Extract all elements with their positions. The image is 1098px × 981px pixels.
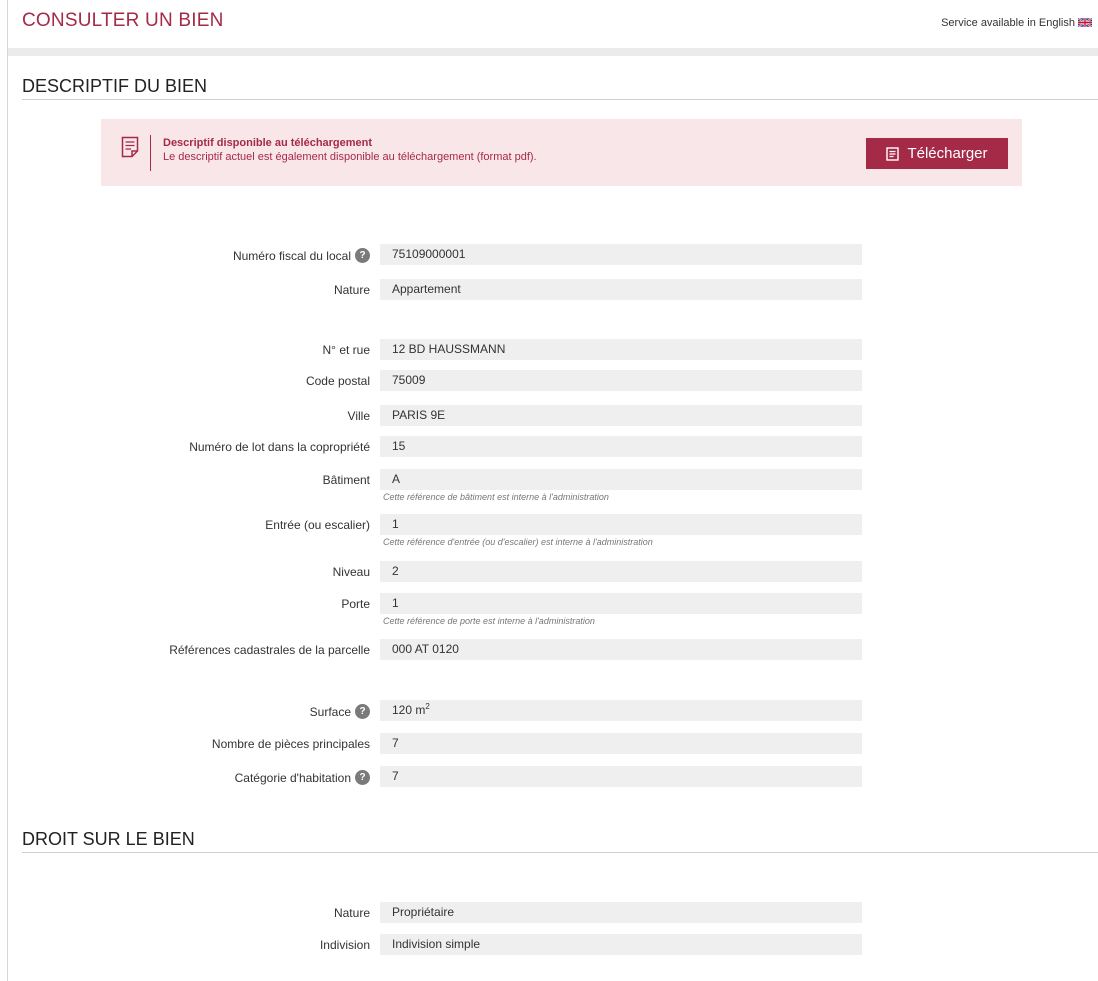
field-value: 000 AT 0120: [380, 639, 862, 660]
field-value: 75109000001: [380, 244, 862, 265]
field-value: 120 m2: [380, 700, 862, 721]
help-icon[interactable]: ?: [355, 704, 370, 719]
field-porte: Porte 1 Cette référence de porte est int…: [0, 593, 1098, 626]
field-surface: Surface? 120 m2: [0, 700, 1098, 722]
field-label: Numéro de lot dans la copropriété: [189, 440, 370, 454]
field-value: 1: [380, 514, 862, 535]
surface-unit-exponent: 2: [425, 702, 430, 711]
field-label: Porte: [341, 597, 370, 611]
field-value: 12 BD HAUSSMANN: [380, 339, 862, 360]
field-hint: Cette référence de bâtiment est interne …: [383, 492, 609, 502]
field-label: Numéro fiscal du local?: [233, 248, 370, 263]
field-label: Entrée (ou escalier): [265, 518, 370, 532]
language-link-label: Service available in English: [941, 17, 1075, 29]
label-text: Numéro de lot dans la copropriété: [189, 440, 370, 454]
field-value: Appartement: [380, 279, 862, 300]
uk-flag-icon: [1078, 18, 1092, 27]
field-ville: Ville PARIS 9E: [0, 405, 1098, 427]
field-references-cadastrales: Références cadastrales de la parcelle 00…: [0, 639, 1098, 661]
label-text: Code postal: [305, 374, 370, 388]
label-text: Niveau: [332, 565, 370, 579]
label-text: Numéro fiscal du local: [232, 248, 351, 263]
field-label: Indivision: [320, 938, 370, 952]
header-separator-band: [8, 48, 1098, 56]
label-text: Entrée (ou escalier): [265, 518, 370, 532]
field-hint: Cette référence de porte est interne à l…: [383, 616, 595, 626]
notice-title: Descriptif disponible au téléchargement: [163, 137, 373, 149]
field-label: Surface?: [310, 704, 370, 719]
field-value: Indivision simple: [380, 934, 862, 955]
field-label: Niveau: [333, 565, 370, 579]
label-text: N° et rue: [322, 343, 370, 357]
label-text: Nature: [333, 906, 370, 920]
field-value: 75009: [380, 370, 862, 391]
field-droit-nature: Nature Propriétaire: [0, 902, 1098, 924]
download-button-label: Télécharger: [907, 145, 988, 162]
field-nature: Nature Appartement: [0, 279, 1098, 301]
field-batiment: Bâtiment A Cette référence de bâtiment e…: [0, 469, 1098, 502]
field-hint: Cette référence d'entrée (ou d'escalier)…: [383, 537, 653, 547]
label-text: Surface: [309, 704, 351, 719]
notice-accent-bar: [150, 135, 151, 171]
field-label: Nombre de pièces principales: [212, 737, 370, 751]
section-title-descriptif: DESCRIPTIF DU BIEN: [22, 76, 208, 96]
section-title-droit: DROIT SUR LE BIEN: [22, 829, 195, 849]
field-label: N° et rue: [323, 343, 370, 357]
field-indivision: Indivision Indivision simple: [0, 934, 1098, 956]
field-value: A: [380, 469, 862, 490]
field-label: Nature: [334, 283, 370, 297]
field-label: Références cadastrales de la parcelle: [169, 643, 370, 657]
field-value: 15: [380, 436, 862, 457]
field-value: PARIS 9E: [380, 405, 862, 426]
field-niveau: Niveau 2: [0, 561, 1098, 583]
pdf-file-icon: [886, 146, 900, 161]
page: CONSULTER UN BIEN Service available in E…: [0, 0, 1098, 981]
field-label: Bâtiment: [323, 473, 370, 487]
field-nombre-pieces: Nombre de pièces principales 7: [0, 733, 1098, 755]
notice-text: Le descriptif actuel est également dispo…: [163, 151, 537, 163]
field-label: Nature: [334, 906, 370, 920]
label-text: Catégorie d'habitation: [234, 770, 351, 785]
field-value: Propriétaire: [380, 902, 862, 923]
label-text: Nombre de pièces principales: [211, 737, 370, 751]
field-numero-lot: Numéro de lot dans la copropriété 15: [0, 436, 1098, 458]
section-divider: [22, 852, 1098, 853]
field-numero-rue: N° et rue 12 BD HAUSSMANN: [0, 339, 1098, 361]
page-title: CONSULTER UN BIEN: [22, 10, 224, 31]
field-value: 7: [380, 733, 862, 754]
surface-value: 120 m: [392, 703, 426, 717]
field-label: Catégorie d'habitation?: [235, 770, 370, 785]
label-text: Références cadastrales de la parcelle: [169, 643, 370, 657]
label-text: Indivision: [319, 938, 370, 952]
field-label: Code postal: [306, 374, 370, 388]
label-text: Nature: [333, 283, 370, 297]
field-label: Ville: [348, 409, 370, 423]
document-icon: [121, 136, 139, 158]
download-button[interactable]: Télécharger: [866, 138, 1008, 169]
section-divider: [22, 99, 1098, 100]
download-notice: Descriptif disponible au téléchargement …: [101, 119, 1022, 186]
field-entree: Entrée (ou escalier) 1 Cette référence d…: [0, 514, 1098, 547]
label-text: Bâtiment: [322, 473, 370, 487]
field-value: 1: [380, 593, 862, 614]
label-text: Porte: [341, 597, 370, 611]
field-code-postal: Code postal 75009: [0, 370, 1098, 392]
help-icon[interactable]: ?: [355, 770, 370, 785]
field-value: 7: [380, 766, 862, 787]
field-numero-fiscal: Numéro fiscal du local? 75109000001: [0, 244, 1098, 266]
field-categorie-habitation: Catégorie d'habitation? 7: [0, 766, 1098, 788]
english-language-link[interactable]: Service available in English: [941, 17, 1092, 29]
label-text: Ville: [347, 409, 370, 423]
field-value: 2: [380, 561, 862, 582]
page-header: CONSULTER UN BIEN Service available in E…: [22, 10, 1094, 36]
help-icon[interactable]: ?: [355, 248, 370, 263]
